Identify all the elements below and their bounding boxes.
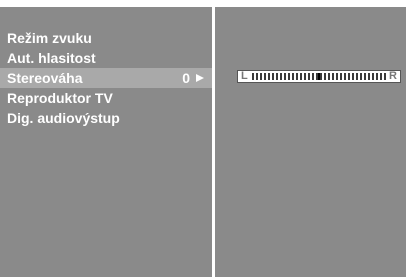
menu-panel: Režim zvuku Aut. hlasitost Stereováha 0 … (0, 7, 212, 277)
menu-item-label: Aut. hlasitost (7, 50, 96, 66)
menu-item-label: Stereováha (7, 70, 83, 86)
menu-item-stereovaha[interactable]: Stereováha 0 (0, 68, 212, 88)
menu-item-label: Reproduktor TV (7, 90, 113, 106)
osd-screen: Režim zvuku Aut. hlasitost Stereováha 0 … (0, 0, 406, 278)
right-triangle-icon (196, 74, 204, 82)
balance-scale (252, 73, 386, 80)
balance-right-label: R (389, 70, 397, 82)
menu-item-value: 0 (182, 70, 190, 86)
menu-item-label: Režim zvuku (7, 30, 92, 46)
detail-panel (215, 7, 406, 277)
menu-item-label: Dig. audiovýstup (7, 110, 120, 126)
menu-item-rezim-zvuku[interactable]: Režim zvuku (0, 28, 212, 48)
menu-item-aut-hlasitost[interactable]: Aut. hlasitost (0, 48, 212, 68)
menu-item-reproduktor-tv[interactable]: Reproduktor TV (0, 88, 212, 108)
balance-slider[interactable]: L R (237, 70, 401, 83)
balance-center-marker (318, 73, 320, 80)
menu-item-dig-audiovystup[interactable]: Dig. audiovýstup (0, 108, 212, 128)
balance-left-label: L (241, 70, 248, 82)
